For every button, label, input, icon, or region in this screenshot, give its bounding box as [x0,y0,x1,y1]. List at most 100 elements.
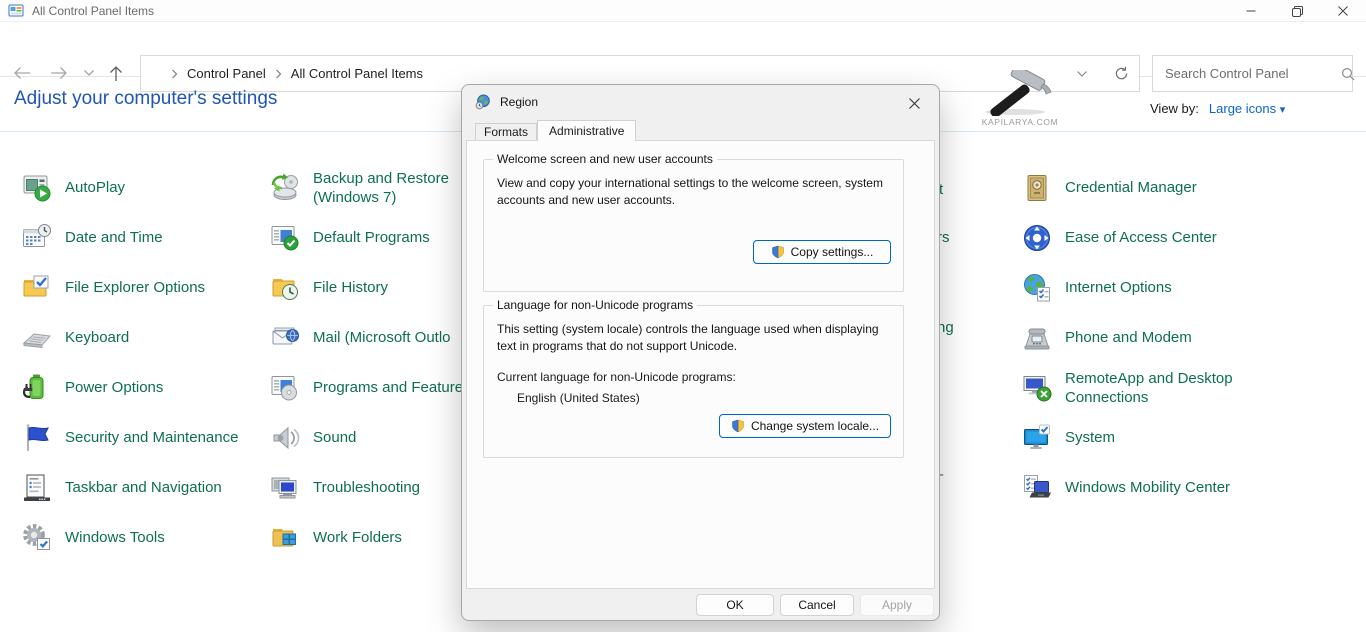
control-panel-item-label: Windows Mobility Center [1065,478,1230,498]
breadcrumb-item-control-panel[interactable]: Control Panel [184,64,269,83]
control-panel-grid-column-2: Backup and Restore (Windows 7) Default Pr… [268,163,478,563]
internet-options-icon [1020,271,1054,305]
control-panel-item-date-and-time[interactable]: Date and Time [20,213,256,263]
watermark-caption: KAPILARYA.COM [965,117,1075,127]
control-panel-item-troubleshooting[interactable]: Troubleshooting [268,463,478,513]
forward-icon[interactable] [48,63,70,83]
control-panel-item-label: Date and Time [65,228,163,248]
control-panel-item-label: Taskbar and Navigation [65,478,222,498]
taskbar-navigation-icon [20,471,54,505]
hammer-icon [965,70,1065,116]
breadcrumb-item-all-control-panel-items[interactable]: All Control Panel Items [288,64,426,83]
control-panel-item-autoplay[interactable]: AutoPlay [20,163,256,213]
control-panel-item-label: Mail (Microsoft Outlo [313,328,451,348]
control-panel-item-ease-of-access-center[interactable]: Ease of Access Center [1020,213,1290,263]
control-panel-item-windows-tools[interactable]: Windows Tools [20,513,256,563]
control-panel-item-label: Backup and Restore (Windows 7) [313,169,463,208]
cancel-button[interactable]: Cancel [780,594,854,616]
system-icon [1020,421,1054,455]
mobility-center-icon [1020,471,1054,505]
control-panel-item-system[interactable]: System [1020,413,1290,463]
control-panel-item-power-options[interactable]: Power Options [20,363,256,413]
dialog-footer: OK Cancel Apply [696,594,934,616]
control-panel-item-taskbar-and-navigation[interactable]: Taskbar and Navigation [20,463,256,513]
tab-administrative[interactable]: Administrative [537,120,636,141]
file-history-icon [268,271,302,305]
control-panel-item-label: Internet Options [1065,278,1172,298]
control-panel-item-label: AutoPlay [65,178,125,198]
back-icon[interactable] [11,63,33,83]
minimize-button[interactable] [1228,0,1274,22]
control-panel-grid-column-1: AutoPlay Date and Time File Explorer Optio… [20,163,256,563]
search-input[interactable] [1153,66,1341,81]
control-panel-item-label: File History [313,278,388,298]
up-icon[interactable] [105,63,127,83]
change-system-locale-button[interactable]: Change system locale... [719,414,891,438]
control-panel-grid-column-3: Credential Manager Ease of Access Center I… [1020,163,1290,513]
control-panel-item-phone-and-modem[interactable]: Phone and Modem [1020,313,1290,363]
close-button[interactable] [1320,0,1366,22]
control-panel-item-label: Work Folders [313,528,402,548]
dialog-tabs: Formats Administrative [475,120,636,140]
control-panel-item-remoteapp-and-desktop-connections[interactable]: RemoteApp and Desktop Connections [1020,363,1290,413]
current-language-label: Current language for non-Unicode program… [497,370,890,384]
control-panel-item-label: System [1065,428,1115,448]
breadcrumb-chevron-icon[interactable] [171,69,178,79]
welcome-screen-group-description: View and copy your international setting… [497,175,889,210]
tab-formats[interactable]: Formats [475,123,537,140]
control-panel-item-label: Power Options [65,378,163,398]
control-panel-item-work-folders[interactable]: Work Folders [268,513,478,563]
administrative-tab-page: Welcome screen and new user accounts Vie… [466,140,935,589]
control-panel-item-mail-microsoft-outlo[interactable]: Mail (Microsoft Outlo [268,313,478,363]
control-panel-item-security-and-maintenance[interactable]: Security and Maintenance [20,413,256,463]
copy-settings-button[interactable]: Copy settings... [753,240,891,264]
welcome-screen-group-title: Welcome screen and new user accounts [493,152,717,166]
date-time-icon [20,221,54,255]
ok-button[interactable]: OK [696,594,774,616]
keyboard-icon [20,321,54,355]
uac-shield-icon [731,419,745,433]
breadcrumb: Control Panel All Control Panel Items [141,64,426,83]
view-by-label: View by: [1150,101,1199,116]
window-titlebar: All Control Panel Items [0,0,1366,22]
control-panel-item-label: Programs and Feature [313,378,463,398]
control-panel-item-credential-manager[interactable]: Credential Manager [1020,163,1290,213]
backup-restore-icon [268,171,302,205]
mail-icon [268,321,302,355]
uac-shield-icon [771,245,785,259]
breadcrumb-chevron-icon[interactable] [275,69,282,79]
apply-button[interactable]: Apply [860,594,934,616]
control-panel-item-keyboard[interactable]: Keyboard [20,313,256,363]
control-panel-item-label: Ease of Access Center [1065,228,1217,248]
refresh-icon[interactable] [1114,66,1129,81]
control-panel-item-label: Sound [313,428,356,448]
navigation-bar: Control Panel All Control Panel Items [0,23,1366,77]
non-unicode-language-group-title: Language for non-Unicode programs [493,298,697,312]
recent-locations-chevron-icon[interactable] [78,63,100,83]
work-folders-icon [268,521,302,555]
view-by-dropdown[interactable]: Large icons ▾ [1209,101,1285,116]
control-panel-item-internet-options[interactable]: Internet Options [1020,263,1290,313]
control-panel-item-file-explorer-options[interactable]: File Explorer Options [20,263,256,313]
control-panel-item-windows-mobility-center[interactable]: Windows Mobility Center [1020,463,1290,513]
control-panel-item-sound[interactable]: Sound [268,413,478,463]
control-panel-item-label: Security and Maintenance [65,428,238,448]
control-panel-item-programs-and-feature[interactable]: Programs and Feature [268,363,478,413]
search-icon[interactable] [1341,67,1355,81]
dialog-close-icon[interactable] [901,93,927,113]
control-panel-item-file-history[interactable]: File History [268,263,478,313]
restore-button[interactable] [1274,0,1320,22]
phone-modem-icon [1020,321,1054,355]
default-programs-icon [268,221,302,255]
control-panel-item-default-programs[interactable]: Default Programs [268,213,478,263]
region-dialog-titlebar: Region [462,85,939,119]
programs-features-icon [268,371,302,405]
welcome-screen-group: Welcome screen and new user accounts Vie… [483,159,904,292]
region-globe-icon [475,94,491,110]
address-dropdown-chevron-icon[interactable] [1076,70,1088,78]
control-panel-item-label: RemoteApp and Desktop Connections [1065,369,1250,408]
control-panel-item-label: File Explorer Options [65,278,205,298]
control-panel-item-label: Credential Manager [1065,178,1197,198]
power-options-icon [20,371,54,405]
control-panel-item-backup-and-restore-windows-7[interactable]: Backup and Restore (Windows 7) [268,163,478,213]
